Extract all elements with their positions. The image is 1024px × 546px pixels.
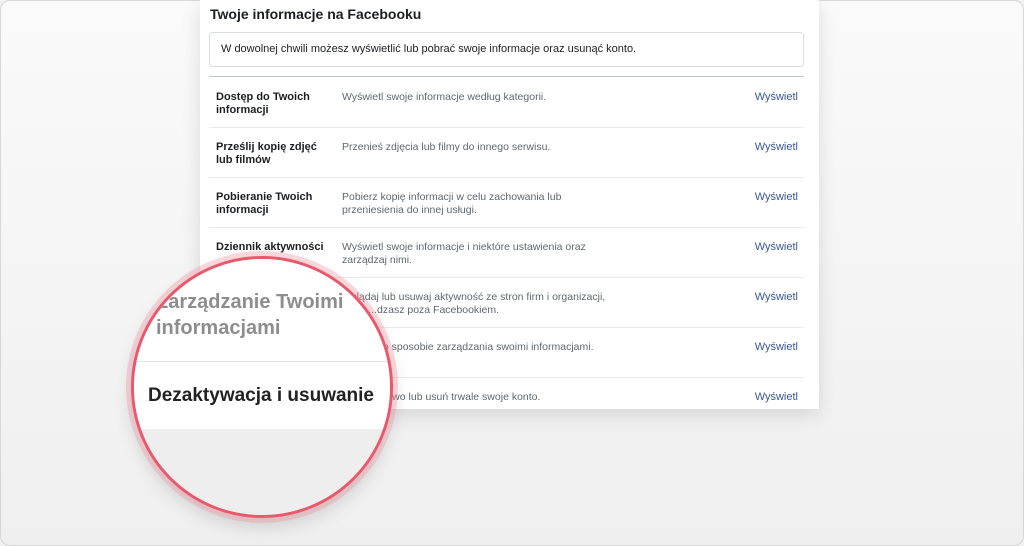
- magnifier-content: Zarządzanie Twoimi informacjami Dezaktyw…: [134, 259, 390, 515]
- row-description: Pobierz kopię informacji w celu zachowan…: [342, 191, 562, 216]
- view-link[interactable]: Wyświetl: [755, 191, 798, 204]
- view-link[interactable]: Wyświetl: [755, 291, 798, 304]
- row-download-info: Pobieranie Twoich informacji Pobierz kop…: [209, 178, 804, 228]
- intro-box: W dowolnej chwili możesz wyświetlić lub …: [209, 32, 804, 67]
- view-link[interactable]: Wyświetl: [755, 241, 798, 254]
- magnifier-background: [134, 429, 390, 515]
- row-title: Dostęp do Twoich informacji: [216, 91, 310, 116]
- view-link[interactable]: Wyświetl: [755, 341, 798, 354]
- row-title: Pobieranie Twoich informacji: [216, 191, 313, 216]
- row-title: Dziennik aktywności: [216, 241, 324, 253]
- divider: [209, 76, 804, 77]
- view-link[interactable]: Wyświetl: [755, 141, 798, 154]
- magnified-deactivate-delete-label[interactable]: Dezaktywacja i usuwanie: [148, 385, 388, 407]
- panel-title: Twoje informacje na Facebooku: [210, 6, 422, 22]
- magnifier-lens: Zarządzanie Twoimi informacjami Dezaktyw…: [131, 256, 393, 518]
- magnifier-divider: [134, 361, 390, 362]
- row-description: Przenieś zdjęcia lub filmy do innego ser…: [342, 141, 551, 153]
- row-title: Prześlij kopię zdjęć lub filmów: [216, 141, 317, 166]
- row-access-info: Dostęp do Twoich informacji Wyświetl swo…: [209, 78, 804, 128]
- row-description: Wyświetl swoje informacje według kategor…: [342, 91, 547, 103]
- view-link[interactable]: Wyświetl: [755, 91, 798, 104]
- magnified-manage-info-label: Zarządzanie Twoimi informacjami: [156, 291, 344, 339]
- row-transfer-photos: Prześlij kopię zdjęć lub filmów Przenieś…: [209, 128, 804, 178]
- view-link[interactable]: Wyświetl: [755, 391, 798, 404]
